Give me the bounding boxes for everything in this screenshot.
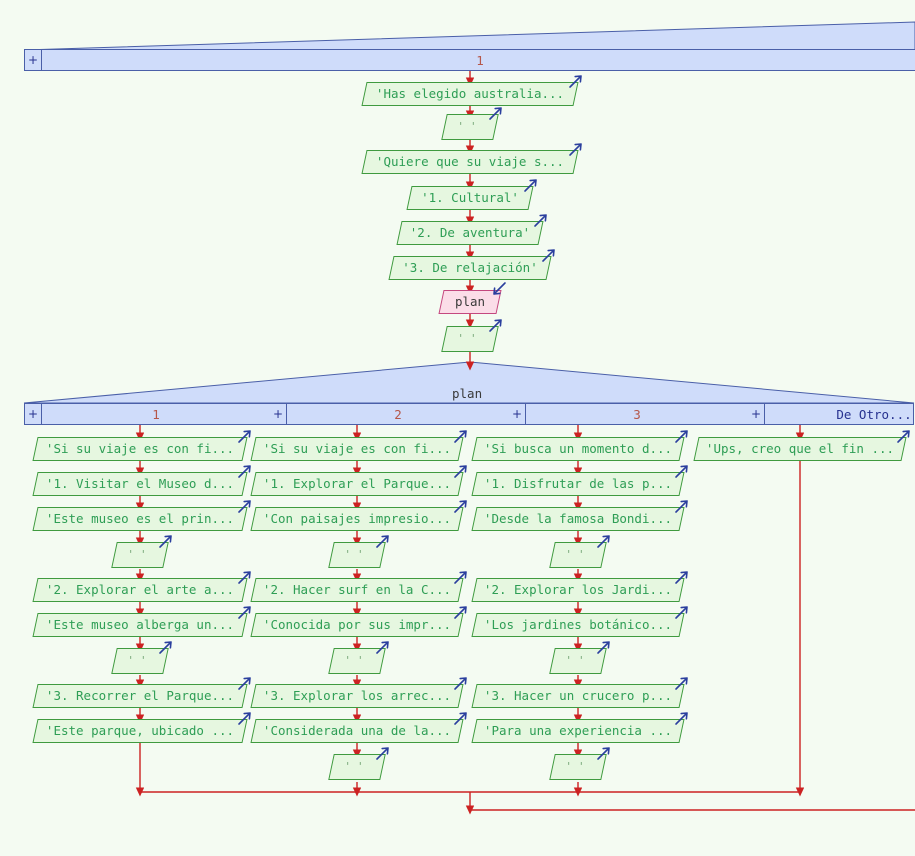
plan-group-header-bar[interactable]: +1 +2 +3 + De Otro... [24,403,914,425]
statement-node-branch-1[interactable]: 'Si su viaje es con fi... [32,437,248,461]
statement-node-branch-3[interactable]: '1. Disfrutar de las p... [471,472,685,496]
empty-statement-node[interactable]: '' [549,542,607,568]
node-label: 'Los jardines botánico... [483,617,673,632]
node-label: '2. De aventura' [409,225,531,240]
expand-toggle-branch-4[interactable]: + [748,404,765,424]
plan-bar-cell-2[interactable]: 2 [287,404,509,424]
node-label: '' [127,654,153,667]
node-label: 'Considerada una de la... [262,723,452,738]
node-label: '1. Disfrutar de las p... [483,476,673,491]
node-label: '' [344,548,370,561]
empty-statement-node[interactable]: '' [111,542,169,568]
empty-statement-node[interactable]: '' [549,754,607,780]
statement-node-branch-2[interactable]: '2. Hacer surf en la C... [250,578,464,602]
node-label: 'Este museo alberga un... [45,617,235,632]
plan-bar-cell-4[interactable]: De Otro... [765,404,915,424]
node-label: 'Quiere que su viaje s... [375,154,565,169]
node-label: 'Desde la famosa Bondi... [483,511,673,526]
node-label: '3. Recorrer el Parque... [45,688,235,703]
statement-node-branch-4[interactable]: 'Ups, creo que el fin ... [693,437,907,461]
statement-node-branch-1[interactable]: 'Este museo es el prin... [32,507,248,531]
statement-node-branch-1[interactable]: 'Este museo alberga un... [32,613,248,637]
node-label: '3. Hacer un crucero p... [483,688,673,703]
node-label: plan [454,294,486,309]
statement-node-branch-3[interactable]: 'Desde la famosa Bondi... [471,507,685,531]
statement-node-branch-3[interactable]: 'Si busca un momento d... [471,437,685,461]
empty-statement-node[interactable]: '' [111,648,169,674]
node-label: 'Si busca un momento d... [483,441,673,456]
expand-toggle-top[interactable]: + [25,50,42,70]
node-label: '3. De relajación' [402,260,538,275]
statement-node-branch-3[interactable]: '3. Hacer un crucero p... [471,684,685,708]
statement-node-branch-1[interactable]: '2. Explorar el arte a... [32,578,248,602]
empty-statement-node[interactable]: '' [328,754,386,780]
node-label: '' [457,120,483,133]
plan-bar-cell-1[interactable]: 1 [42,404,270,424]
expand-toggle-branch-2[interactable]: + [270,404,287,424]
statement-node[interactable]: '2. De aventura' [396,221,544,245]
plan-bar-cell-3[interactable]: 3 [526,404,748,424]
node-label: 'Si su viaje es con fi... [262,441,452,456]
node-label: '1. Visitar el Museo d... [45,476,235,491]
node-label: '1. Explorar el Parque... [262,476,452,491]
top-bar-index[interactable]: 1 [42,50,915,70]
node-label: '' [344,760,370,773]
statement-node-branch-2[interactable]: 'Considerada una de la... [250,719,464,743]
statement-node-branch-1[interactable]: 'Este parque, ubicado ... [32,719,248,743]
node-label: '' [344,654,370,667]
statement-node[interactable]: 'Has elegido australia... [361,82,579,106]
statement-node-branch-2[interactable]: '3. Explorar los arrec... [250,684,464,708]
statement-node-branch-1[interactable]: '3. Recorrer el Parque... [32,684,248,708]
node-label: '' [565,548,591,561]
statement-node-branch-3[interactable]: '2. Explorar los Jardi... [471,578,685,602]
statement-node-branch-2[interactable]: '1. Explorar el Parque... [250,472,464,496]
node-label: 'Este museo es el prin... [45,511,235,526]
empty-statement-node[interactable]: '' [328,542,386,568]
statement-node-branch-3[interactable]: 'Los jardines botánico... [471,613,685,637]
statement-node-branch-1[interactable]: '1. Visitar el Museo d... [32,472,248,496]
node-label: '' [127,548,153,561]
node-label: '' [565,654,591,667]
statement-node-branch-2[interactable]: 'Conocida por sus impr... [250,613,464,637]
node-label: '3. Explorar los arrec... [262,688,452,703]
top-group-header-bar[interactable]: + 1 [24,49,915,71]
statement-node-branch-2[interactable]: 'Con paisajes impresio... [250,507,464,531]
empty-statement-node[interactable]: '' [328,648,386,674]
empty-statement-node[interactable]: '' [441,114,499,140]
expand-toggle-branch-1[interactable]: + [25,404,42,424]
node-label: '' [457,332,483,345]
node-label: '' [565,760,591,773]
node-label: '2. Explorar los Jardi... [483,582,673,597]
statement-node[interactable]: 'Quiere que su viaje s... [361,150,579,174]
node-label: '1. Cultural' [421,190,519,205]
plan-group-title: plan [452,386,483,401]
node-label: 'Este parque, ubicado ... [45,723,235,738]
node-label: 'Has elegido australia... [375,86,565,101]
node-label: '2. Hacer surf en la C... [262,582,452,597]
node-label: 'Ups, creo que el fin ... [705,441,895,456]
node-label: '2. Explorar el arte a... [45,582,235,597]
empty-statement-node[interactable]: '' [441,326,499,352]
statement-node[interactable]: '3. De relajación' [388,256,552,280]
node-label: 'Para una experiencia ... [483,723,673,738]
statement-node[interactable]: '1. Cultural' [406,186,534,210]
statement-node-branch-2[interactable]: 'Si su viaje es con fi... [250,437,464,461]
statement-node-branch-3[interactable]: 'Para una experiencia ... [471,719,685,743]
node-label: 'Conocida por sus impr... [262,617,452,632]
node-label: 'Si su viaje es con fi... [45,441,235,456]
flowchart-canvas: + 1 'Has elegido australia... '' 'Quiere q… [0,0,915,856]
input-node[interactable]: plan [438,290,502,314]
empty-statement-node[interactable]: '' [549,648,607,674]
expand-toggle-branch-3[interactable]: + [509,404,526,424]
node-label: 'Con paisajes impresio... [262,511,452,526]
